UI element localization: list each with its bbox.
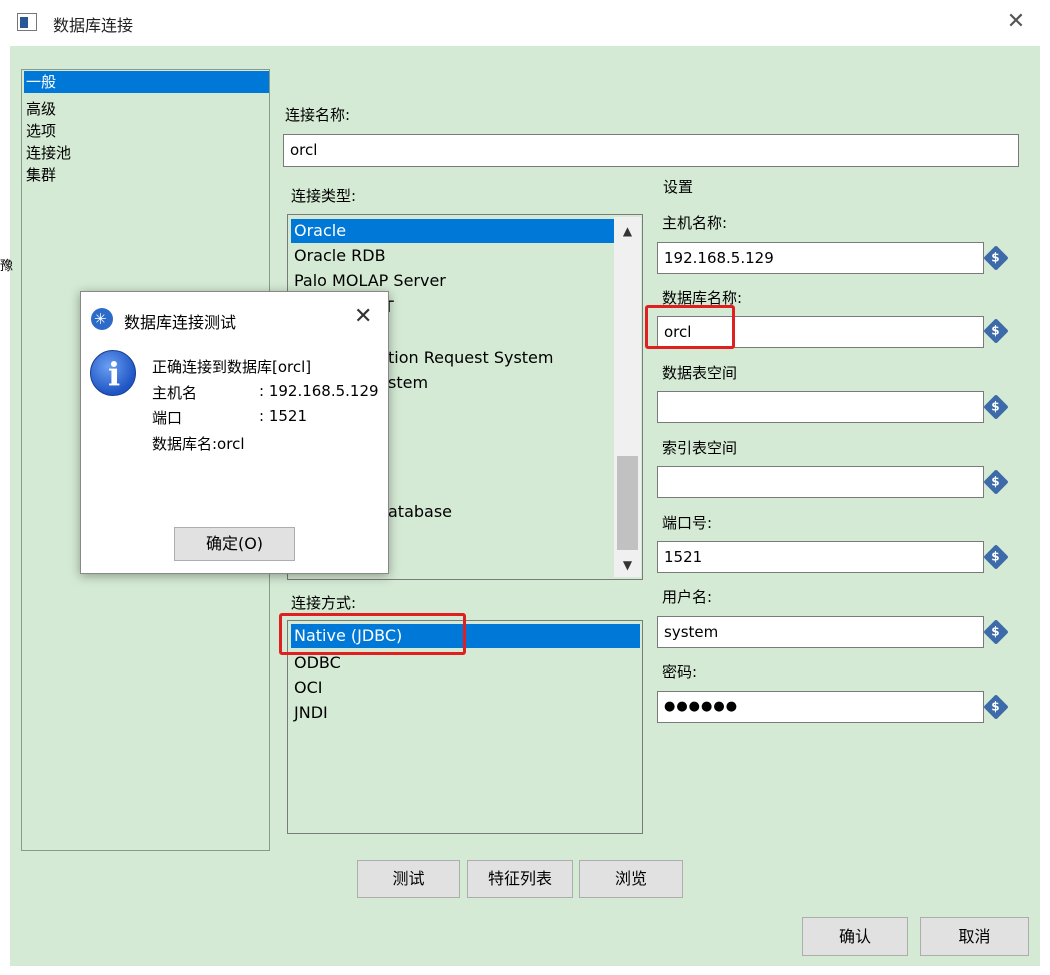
- browse-button[interactable]: 浏览: [579, 860, 683, 898]
- connection-name-input[interactable]: orcl: [283, 134, 1019, 167]
- background-text: 豫: [0, 259, 14, 274]
- chevron-down-icon[interactable]: ▼: [614, 554, 641, 576]
- index-tablespace-label: 索引表空间: [662, 439, 738, 457]
- list-item[interactable]: Oracle: [291, 219, 616, 243]
- port-label: 端口: [152, 409, 183, 427]
- list-item[interactable]: JNDI: [291, 701, 328, 725]
- chevron-up-icon[interactable]: ▲: [614, 220, 641, 242]
- highlight-box: [279, 613, 466, 655]
- list-item[interactable]: stem: [385, 371, 428, 395]
- port-input[interactable]: 1521: [657, 541, 984, 573]
- host-name-value: : 192.168.5.129: [259, 382, 379, 400]
- host-input[interactable]: 192.168.5.129: [657, 242, 984, 274]
- close-icon[interactable]: ✕: [354, 304, 372, 329]
- cancel-button[interactable]: 取消: [920, 917, 1029, 956]
- window-icon: [17, 13, 37, 31]
- nav-item-cluster[interactable]: 集群: [24, 164, 269, 186]
- connection-type-label: 连接类型:: [291, 187, 357, 205]
- connection-name-label: 连接名称:: [285, 106, 351, 124]
- username-input[interactable]: system: [657, 616, 984, 648]
- window-bottom-edge: [10, 966, 1040, 975]
- database-name-line: 数据库名:orcl: [152, 435, 245, 453]
- nav-item-pool[interactable]: 连接池: [24, 142, 269, 164]
- close-icon[interactable]: ✕: [1002, 8, 1030, 36]
- index-tablespace-input[interactable]: [657, 466, 984, 498]
- host-label: 主机名称:: [662, 214, 728, 232]
- host-name-label: 主机名: [152, 384, 198, 402]
- password-input[interactable]: ●●●●●●: [657, 691, 984, 723]
- list-item[interactable]: tion Request System: [385, 346, 553, 370]
- port-value: : 1521: [259, 407, 307, 425]
- message-line: 正确连接到数据库[orcl]: [152, 358, 312, 376]
- list-item[interactable]: OCI: [291, 676, 322, 700]
- test-button[interactable]: 测试: [357, 860, 460, 898]
- access-label: 连接方式:: [291, 594, 357, 612]
- nav-item-general[interactable]: 一般: [24, 71, 269, 93]
- nav-item-options[interactable]: 选项: [24, 120, 269, 142]
- tablespace-label: 数据表空间: [662, 364, 738, 382]
- app-icon: [91, 308, 113, 330]
- title-bar: [10, 0, 1040, 46]
- username-label: 用户名:: [662, 588, 713, 606]
- port-label: 端口号:: [662, 514, 713, 532]
- list-item[interactable]: Oracle RDB: [291, 244, 386, 268]
- tablespace-input[interactable]: [657, 391, 984, 423]
- confirm-button[interactable]: 确定(O): [174, 527, 295, 561]
- test-result-dialog: 数据库连接测试 ✕ 正确连接到数据库[orcl] 主机名 : 192.168.5…: [80, 291, 389, 574]
- highlight-box: [645, 305, 735, 349]
- list-item[interactable]: atabase: [385, 500, 452, 524]
- dialog-title: 数据库连接测试: [124, 313, 237, 332]
- features-button[interactable]: 特征列表: [467, 860, 573, 898]
- settings-label: 设置: [663, 178, 694, 196]
- password-label: 密码:: [662, 663, 698, 681]
- nav-item-advanced[interactable]: 高级: [24, 98, 269, 120]
- window-title: 数据库连接: [53, 16, 134, 35]
- scrollbar-thumb[interactable]: [617, 456, 638, 550]
- list-item[interactable]: Palo MOLAP Server: [291, 269, 446, 293]
- ok-button[interactable]: 确认: [802, 917, 908, 956]
- info-icon: [90, 350, 136, 396]
